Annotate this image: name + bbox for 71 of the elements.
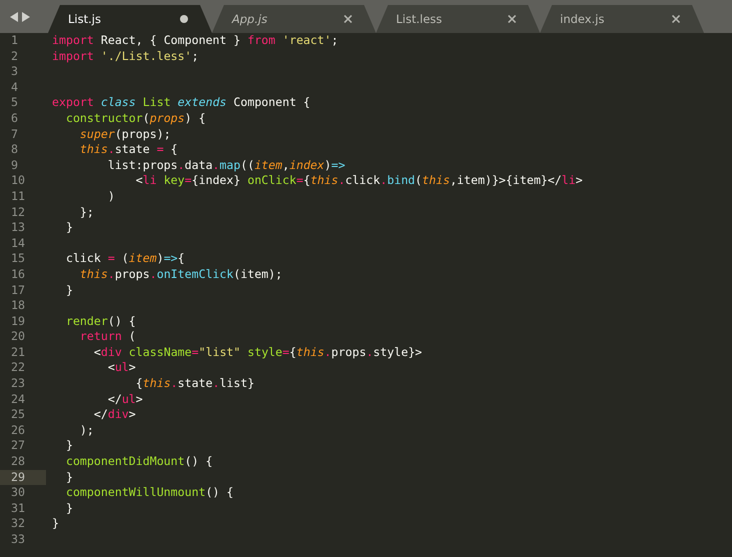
line-number: 22 <box>10 360 26 376</box>
unsaved-dot-icon[interactable] <box>180 15 188 23</box>
line-number: 28 <box>10 454 26 470</box>
line-number: 14 <box>10 236 26 252</box>
code-line: } <box>64 220 73 236</box>
code-line: {this.state.list} <box>134 376 254 392</box>
line-number: 31 <box>10 500 26 516</box>
code-line: super(props); <box>78 126 171 142</box>
code-line: componentDidMount() { <box>64 454 213 470</box>
code-line: this.state = { <box>78 142 178 158</box>
code-line: click = (item)=>{ <box>64 251 185 267</box>
line-number: 19 <box>10 314 26 330</box>
line-number: 16 <box>10 266 26 282</box>
line-number: 29 <box>0 470 46 486</box>
code-line: export class List extends Component { <box>51 95 310 111</box>
code-line: } <box>51 516 59 532</box>
line-number: 4 <box>10 80 19 96</box>
code-line: componentWillUnmount() { <box>64 485 234 501</box>
line-number: 21 <box>10 344 26 360</box>
code-line: } <box>64 470 73 486</box>
code-line: constructor(props) { <box>64 110 206 127</box>
line-number: 8 <box>10 142 19 158</box>
code-line: this.props.onItemClick(item); <box>78 266 282 282</box>
code-line: <ul> <box>106 360 136 376</box>
line-number: 12 <box>10 204 26 220</box>
code-line: }; <box>78 204 94 220</box>
back-arrow-icon[interactable] <box>10 12 18 22</box>
line-number: 13 <box>10 220 26 236</box>
code-line: render() { <box>64 314 136 330</box>
line-number: 1 <box>10 33 19 49</box>
forward-arrow-icon[interactable] <box>22 12 30 22</box>
line-number: 7 <box>10 126 19 142</box>
line-number: 9 <box>10 158 19 174</box>
line-number: 25 <box>10 407 26 423</box>
line-number: 15 <box>10 251 26 267</box>
line-number: 5 <box>10 95 19 111</box>
close-icon[interactable] <box>508 15 516 23</box>
code-line: <div className="list" style={this.props.style}> <box>92 344 422 360</box>
line-number: 32 <box>10 516 26 532</box>
line-number: 24 <box>10 392 26 408</box>
line-number: 6 <box>10 110 19 127</box>
line-number: 27 <box>10 438 26 454</box>
line-number: 20 <box>10 329 26 345</box>
code-line: return ( <box>78 329 136 345</box>
editor-tab[interactable]: index.js <box>540 5 704 33</box>
line-number: 30 <box>10 485 26 501</box>
line-number: 26 <box>10 422 26 438</box>
code-line: } <box>64 438 73 454</box>
line-number: 10 <box>10 173 26 189</box>
code-line: ) <box>106 188 115 205</box>
code-line: <li key={index} onClick={this.click.bind(this,item)}>{item}</li> <box>134 173 583 189</box>
code-line: import React, { Component } from 'react'; <box>51 33 338 49</box>
line-number: 2 <box>10 48 19 64</box>
code-line: } <box>64 500 73 516</box>
editor-tab[interactable]: List.less <box>376 5 540 33</box>
close-icon[interactable] <box>672 15 680 23</box>
code-line: } <box>64 282 73 298</box>
line-number: 18 <box>10 298 26 314</box>
line-number: 17 <box>10 282 26 298</box>
editor-tab[interactable]: List.js <box>48 5 212 33</box>
line-number: 23 <box>10 376 26 392</box>
line-number: 3 <box>10 64 19 80</box>
line-number: 11 <box>10 188 26 205</box>
close-icon[interactable] <box>344 15 352 23</box>
code-line: ); <box>78 422 94 438</box>
code-line: list:props.data.map((item,index)=> <box>106 158 346 174</box>
code-line: </div> <box>92 407 136 423</box>
editor-tab[interactable]: App.js <box>212 5 376 33</box>
line-number: 33 <box>10 532 26 548</box>
code-line: </ul> <box>106 392 143 408</box>
code-line: import './List.less'; <box>51 48 199 64</box>
